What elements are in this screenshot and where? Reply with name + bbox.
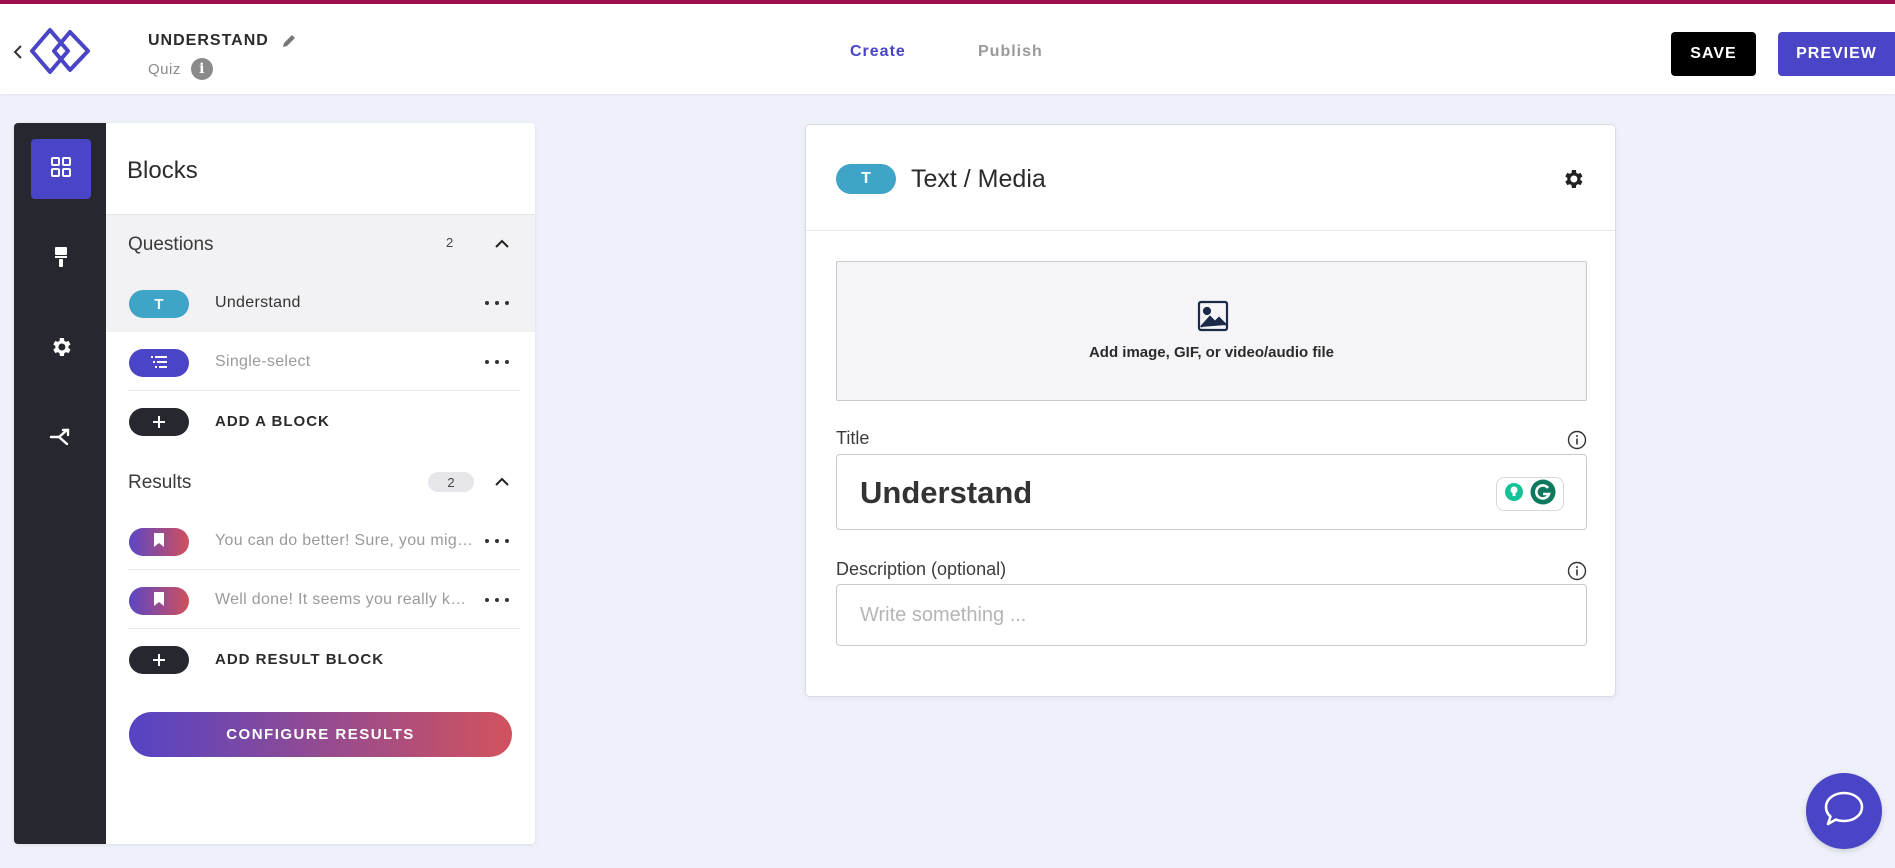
text-block-pill: T (129, 290, 189, 318)
result-block-pill (129, 528, 189, 556)
rail-blocks-button[interactable] (31, 139, 91, 199)
tab-create[interactable]: Create (850, 43, 906, 61)
project-title[interactable]: UNDERSTAND (148, 32, 269, 50)
back-chevron-icon[interactable] (12, 42, 24, 62)
app-logo-icon[interactable] (28, 26, 98, 76)
block-type-title: Text / Media (911, 165, 1046, 193)
title-info-icon[interactable] (1567, 430, 1587, 450)
title-input[interactable]: Understand (836, 454, 1587, 530)
result-block-2[interactable]: Well done! It seems you really know what… (106, 570, 535, 629)
more-options-icon[interactable] (485, 354, 509, 370)
chat-support-button[interactable] (1806, 773, 1882, 849)
media-upload-area[interactable]: Add image, GIF, or video/audio file (836, 261, 1587, 401)
list-icon (151, 355, 167, 372)
title-field-label: Title (836, 428, 870, 448)
add-result-block-row[interactable]: ADD RESULT BLOCK (106, 629, 535, 688)
results-label: Results (128, 472, 192, 493)
plus-icon[interactable] (129, 646, 189, 674)
more-options-icon[interactable] (485, 592, 509, 608)
configure-results-button[interactable]: CONFIGURE RESULTS (129, 712, 512, 757)
blocks-panel: Blocks Questions 2 T Understand Single-s… (14, 123, 535, 844)
questions-count: 2 (446, 235, 454, 250)
chat-bubble-icon (1823, 790, 1865, 833)
questions-section-header[interactable]: Questions 2 (106, 215, 535, 273)
bookmark-icon (153, 592, 165, 610)
description-field-label: Description (optional) (836, 559, 1007, 579)
image-icon (1197, 300, 1229, 332)
description-input[interactable] (836, 584, 1587, 646)
block-label: Well done! It seems you really know what… (215, 591, 475, 608)
rail-logic-button[interactable] (31, 409, 91, 469)
preview-button[interactable]: PREVIEW (1778, 32, 1895, 76)
block-editor-card: T Text / Media Add image, GIF, or video/… (805, 124, 1616, 697)
result-block-1[interactable]: You can do better! Sure, you might not h… (106, 511, 535, 570)
question-block-single-select[interactable]: Single-select (106, 332, 535, 391)
rail-design-button[interactable] (31, 229, 91, 289)
add-block-button[interactable]: ADD A BLOCK (215, 413, 475, 430)
block-settings-gear-icon[interactable] (1561, 167, 1585, 191)
more-options-icon[interactable] (485, 295, 509, 311)
question-block-understand[interactable]: T Understand (106, 273, 535, 332)
text-block-pill: T (836, 164, 896, 194)
rail-settings-button[interactable] (31, 319, 91, 379)
editor-header: T Text / Media (806, 125, 1615, 231)
description-info-icon[interactable] (1567, 561, 1587, 581)
chevron-up-icon[interactable] (494, 475, 510, 487)
blocks-title: Blocks (127, 157, 198, 184)
title-input-value[interactable]: Understand (860, 475, 1032, 511)
project-type: Quiz (148, 60, 181, 78)
save-button[interactable]: SAVE (1671, 32, 1756, 76)
side-rail (14, 123, 106, 844)
add-result-block-button[interactable]: ADD RESULT BLOCK (215, 651, 475, 668)
results-section-header[interactable]: Results 2 (106, 453, 535, 511)
bookmark-icon (153, 533, 165, 551)
paint-brush-icon (53, 246, 69, 273)
branch-icon (49, 426, 73, 453)
block-label: You can do better! Sure, you might not h… (215, 532, 475, 549)
info-icon[interactable]: i (190, 58, 213, 81)
add-block-row[interactable]: ADD A BLOCK (106, 391, 535, 450)
more-options-icon[interactable] (485, 533, 509, 549)
grid-icon (50, 156, 72, 183)
gear-icon (49, 335, 73, 364)
top-bar: UNDERSTAND Quiz i Create Publish SAVE PR… (0, 0, 1895, 94)
block-label: Single-select (215, 353, 311, 370)
project-title-block: UNDERSTAND Quiz i (148, 32, 297, 81)
media-upload-label: Add image, GIF, or video/audio file (1088, 344, 1335, 361)
results-count: 2 (428, 472, 474, 492)
grammarly-icon (1530, 479, 1556, 510)
tab-publish[interactable]: Publish (978, 43, 1043, 61)
plus-icon[interactable] (129, 408, 189, 436)
grammarly-widget[interactable] (1496, 477, 1564, 511)
questions-label: Questions (128, 234, 214, 255)
blocks-list-area: Blocks Questions 2 T Understand Single-s… (106, 123, 535, 844)
lightbulb-icon (1504, 482, 1524, 507)
block-label: Understand (215, 294, 301, 311)
pencil-icon[interactable] (281, 33, 297, 49)
list-block-pill (129, 349, 189, 377)
result-block-pill (129, 587, 189, 615)
chevron-up-icon[interactable] (494, 237, 510, 249)
